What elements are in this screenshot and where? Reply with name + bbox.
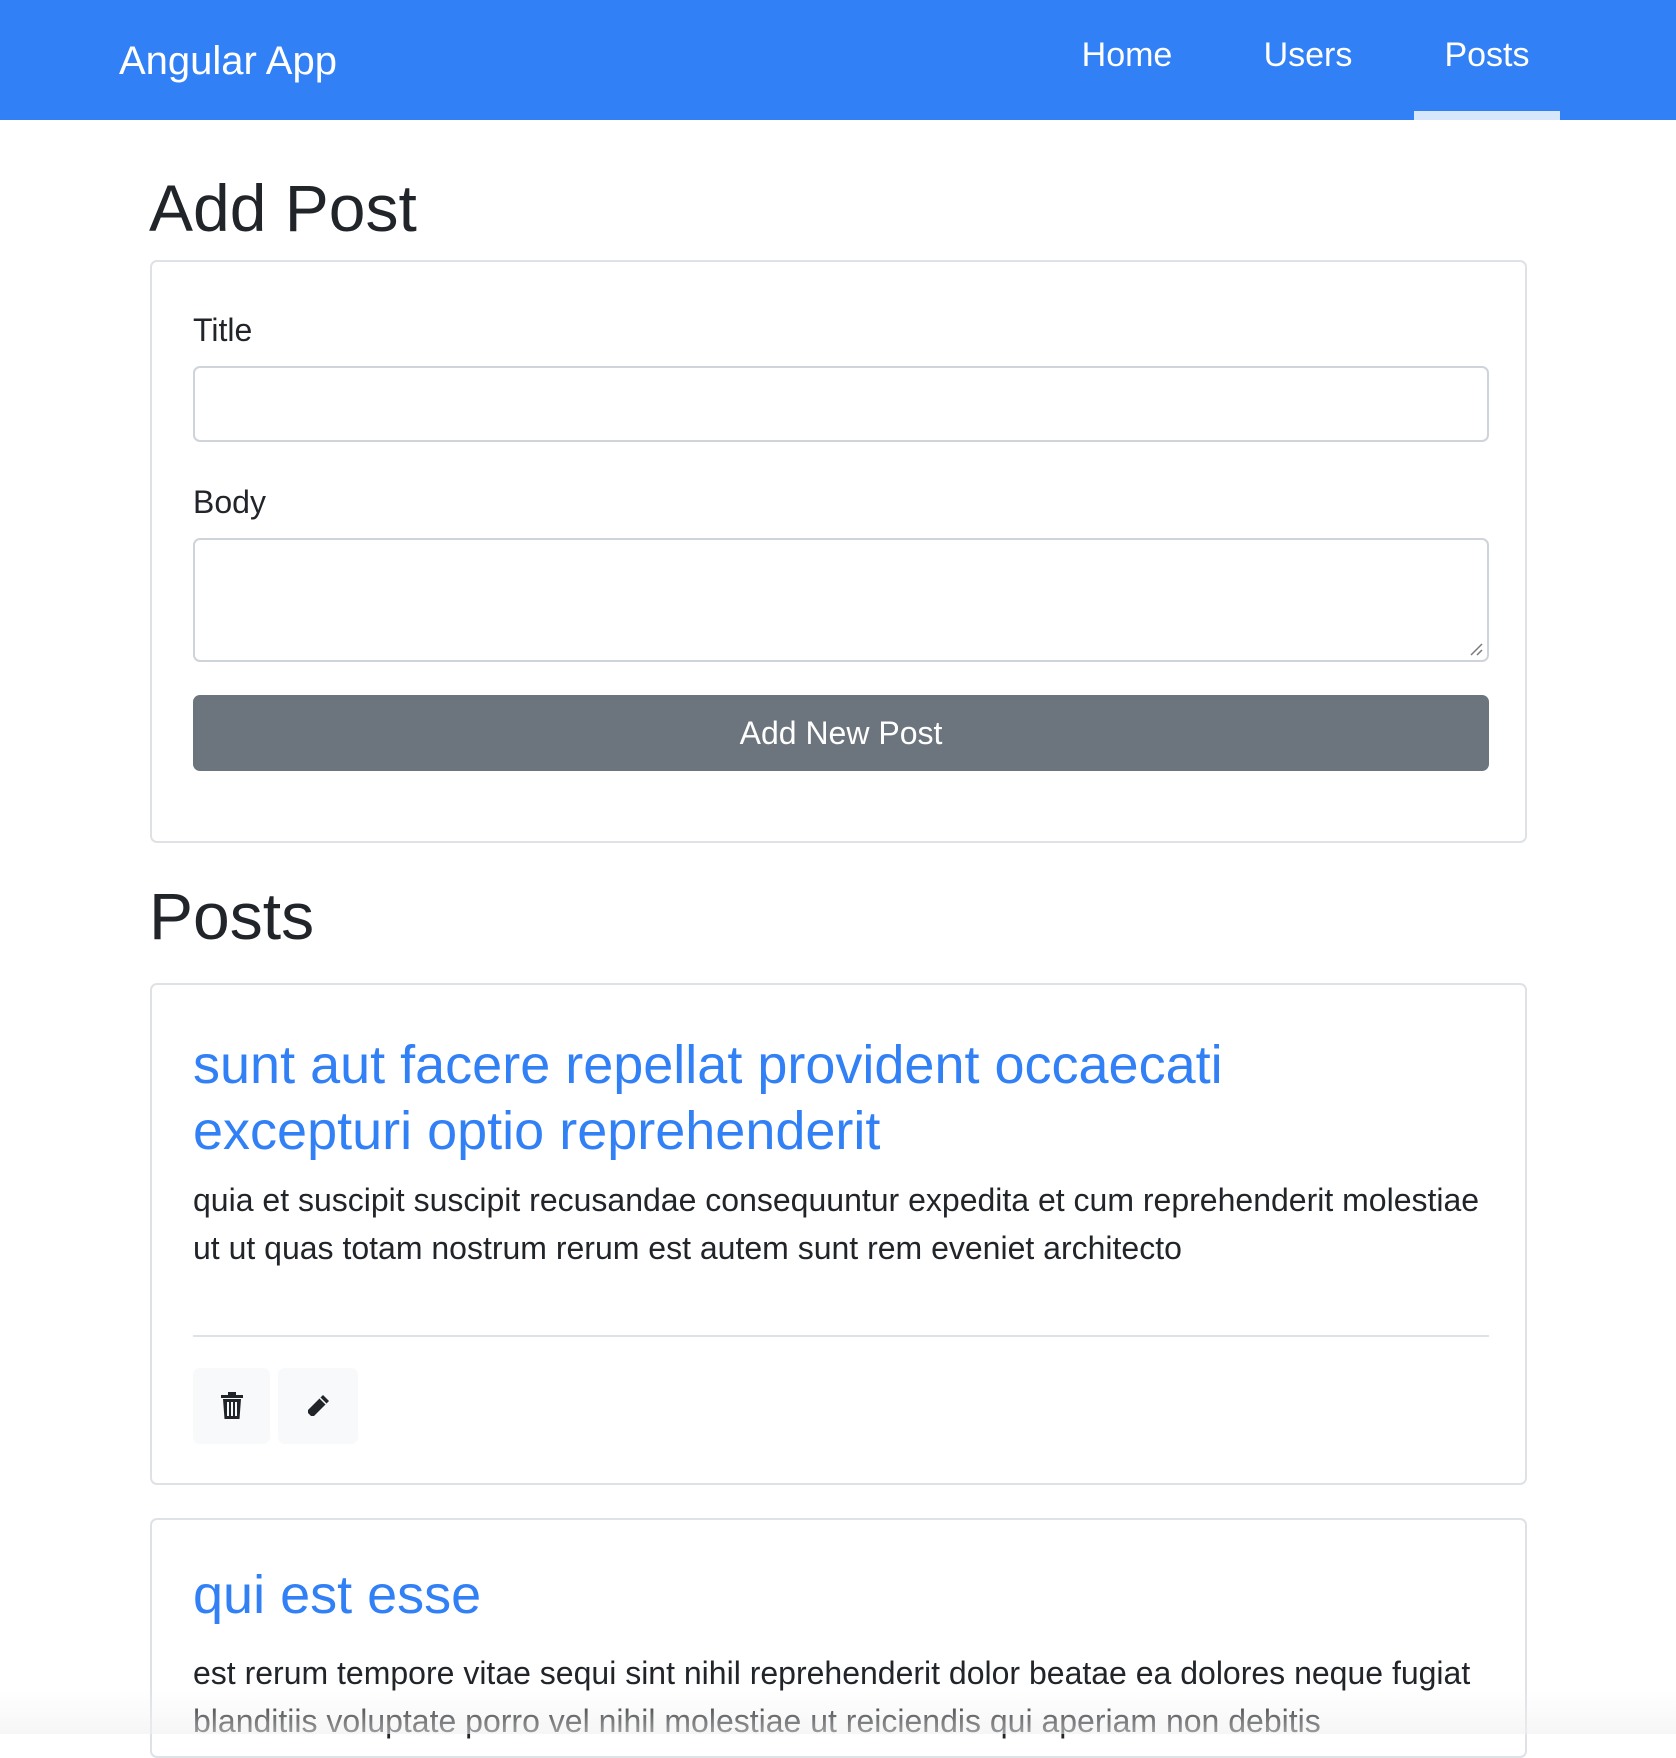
- brand-link[interactable]: Angular App: [119, 37, 337, 85]
- title-input[interactable]: [193, 366, 1489, 442]
- delete-post-button[interactable]: [193, 1368, 270, 1444]
- card-divider: [193, 1335, 1489, 1337]
- pencil-icon: [308, 1395, 329, 1416]
- title-label: Title: [193, 312, 253, 348]
- edit-post-button[interactable]: [278, 1368, 358, 1444]
- top-navbar: Angular App Home Users Posts: [0, 0, 1676, 120]
- add-post-form-card: Title Body Add New Post: [150, 260, 1527, 843]
- post-body: est rerum tempore vitae sequi sint nihil…: [193, 1655, 1471, 1739]
- trash-icon: [220, 1392, 243, 1419]
- body-textarea[interactable]: [193, 538, 1489, 662]
- post-body: quia et suscipit suscipit recusandae con…: [193, 1182, 1480, 1266]
- nav-item-users[interactable]: Users: [1233, 0, 1383, 120]
- post-card: sunt aut facere repellat provident occae…: [150, 983, 1527, 1485]
- add-post-heading: Add Post: [149, 171, 417, 245]
- body-label: Body: [193, 484, 266, 520]
- add-new-post-button[interactable]: Add New Post: [193, 695, 1489, 771]
- nav-item-posts[interactable]: Posts: [1414, 0, 1560, 120]
- posts-heading: Posts: [149, 879, 315, 953]
- nav-item-home[interactable]: Home: [1052, 0, 1202, 120]
- post-title-link[interactable]: sunt aut facere repellat provident occae…: [193, 1032, 1443, 1164]
- post-title-link[interactable]: qui est esse: [193, 1562, 1443, 1628]
- resize-grip-icon[interactable]: [1467, 640, 1483, 656]
- post-card: qui est esse est rerum tempore vitae seq…: [150, 1518, 1527, 1758]
